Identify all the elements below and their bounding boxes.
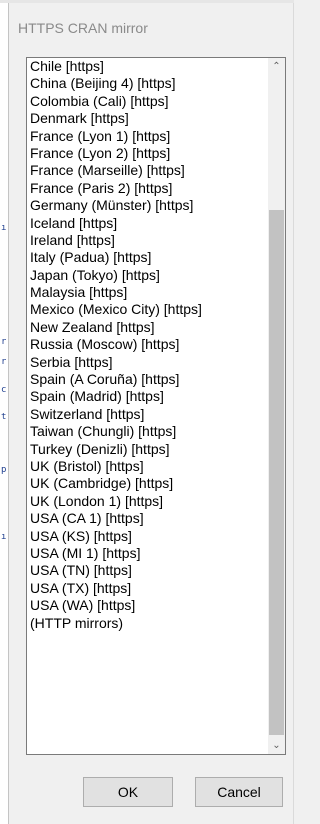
mirror-list-item[interactable]: Turkey (Denizli) [https] (27, 441, 257, 458)
mirror-list-item[interactable]: USA (CA 1) [https] (27, 510, 257, 527)
background-code-glyph: r (1, 338, 6, 347)
mirror-list-item[interactable]: New Zealand [https] (27, 319, 257, 336)
chevron-up-icon[interactable]: ⌃ (268, 58, 285, 75)
dialog-right-border (293, 3, 294, 824)
mirror-list-item[interactable]: Japan (Tokyo) [https] (27, 267, 257, 284)
mirror-list-item[interactable]: China (Beijing 4) [https] (27, 75, 257, 92)
mirror-list-item[interactable]: USA (TN) [https] (27, 562, 257, 579)
mirror-list-item[interactable]: Spain (Madrid) [https] (27, 388, 257, 405)
mirror-list-item[interactable]: Chile [https] (27, 58, 257, 75)
listbox-scrollbar[interactable]: ⌃ ⌄ (268, 58, 285, 754)
ok-button[interactable]: OK (83, 777, 173, 807)
scrollbar-thumb[interactable] (269, 210, 284, 735)
mirror-list-item[interactable]: Switzerland [https] (27, 406, 257, 423)
background-code-glyph: p (1, 466, 6, 475)
mirror-list-item[interactable]: Iceland [https] (27, 215, 257, 232)
cancel-button[interactable]: Cancel (195, 777, 283, 807)
chevron-down-icon[interactable]: ⌄ (268, 737, 285, 754)
mirror-list-item[interactable]: France (Lyon 1) [https] (27, 128, 257, 145)
mirror-list-item[interactable]: Denmark [https] (27, 110, 257, 127)
mirror-list-item[interactable]: USA (MI 1) [https] (27, 545, 257, 562)
mirror-list-item[interactable]: (HTTP mirrors) (27, 615, 257, 632)
mirror-list-item[interactable]: France (Paris 2) [https] (27, 180, 257, 197)
mirror-list-item[interactable]: Russia (Moscow) [https] (27, 336, 257, 353)
mirror-list-item[interactable]: UK (Cambridge) [https] (27, 475, 257, 492)
mirror-list-item[interactable]: USA (KS) [https] (27, 528, 257, 545)
mirror-list-item[interactable]: Serbia [https] (27, 354, 257, 371)
background-window-edge: i r r c t p i (0, 3, 8, 824)
mirror-list-item[interactable]: Taiwan (Chungli) [https] (27, 423, 257, 440)
background-code-glyph: r (1, 358, 6, 367)
mirror-listbox[interactable]: Chile [https] China (Beijing 4) [https] Co… (26, 57, 286, 755)
dialog-title: HTTPS CRAN mirror (18, 20, 148, 36)
mirror-list-item[interactable]: Ireland [https] (27, 232, 257, 249)
mirror-list: Chile [https] China (Beijing 4) [https] Co… (27, 58, 257, 632)
mirror-list-item[interactable]: France (Lyon 2) [https] (27, 145, 257, 162)
mirror-list-item[interactable]: USA (WA) [https] (27, 597, 257, 614)
mirror-list-item[interactable]: Malaysia [https] (27, 284, 257, 301)
mirror-list-item[interactable]: USA (TX) [https] (27, 580, 257, 597)
mirror-list-item[interactable]: Italy (Padua) [https] (27, 249, 257, 266)
mirror-list-item[interactable]: UK (London 1) [https] (27, 493, 257, 510)
background-code-glyph: t (1, 413, 6, 422)
background-code-glyph: c (1, 386, 6, 395)
mirror-list-item[interactable]: Spain (A Coruña) [https] (27, 371, 257, 388)
background-code-glyph: i (1, 224, 6, 233)
background-code-glyph: i (1, 533, 6, 542)
mirror-list-item[interactable]: UK (Bristol) [https] (27, 458, 257, 475)
cran-mirror-dialog: HTTPS CRAN mirror Chile [https] China (Be… (9, 3, 294, 824)
mirror-list-item[interactable]: Mexico (Mexico City) [https] (27, 301, 257, 318)
mirror-list-item[interactable]: Germany (Münster) [https] (27, 197, 257, 214)
mirror-list-item[interactable]: Colombia (Cali) [https] (27, 93, 257, 110)
mirror-list-item[interactable]: France (Marseille) [https] (27, 162, 257, 179)
